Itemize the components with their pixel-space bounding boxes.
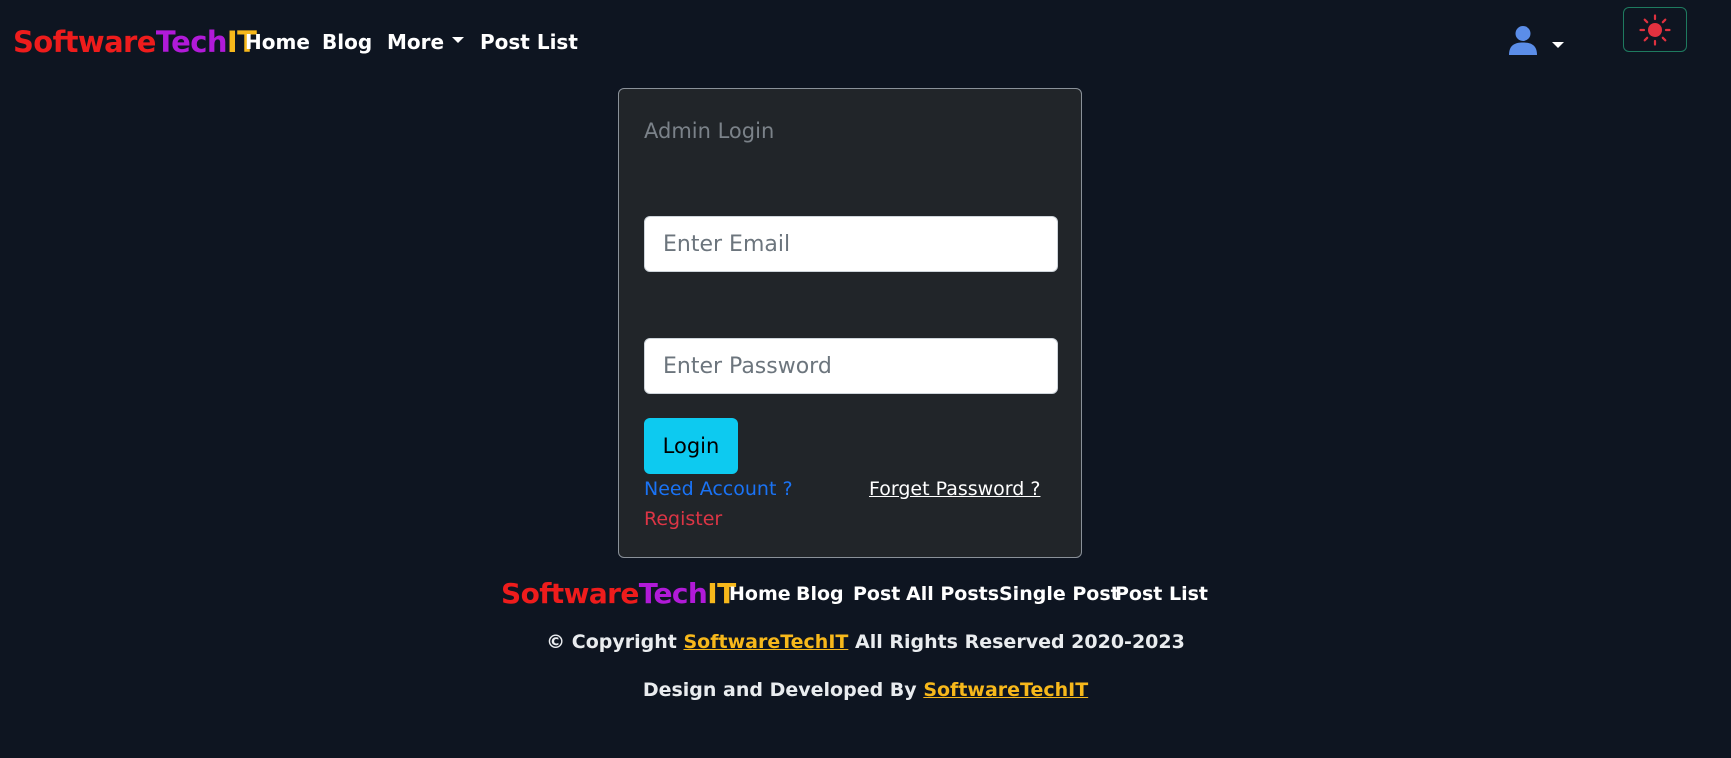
copyright-prefix: © Copyright	[546, 631, 677, 653]
footer-copyright: © Copyright SoftwareTechIT All Rights Re…	[0, 628, 1731, 656]
nav-more-dropdown[interactable]: More	[387, 28, 465, 56]
register-link[interactable]: Register	[644, 505, 722, 533]
user-icon	[1509, 26, 1537, 55]
brand-logo[interactable]: SoftwareTechIT	[13, 25, 257, 59]
nav-home[interactable]: Home	[245, 28, 310, 56]
copyright-suffix: All Rights Reserved 2020-2023	[854, 631, 1185, 653]
design-brand-link[interactable]: SoftwareTechIT	[923, 679, 1088, 701]
chevron-down-icon	[1552, 42, 1564, 48]
footer-brand-software: Software	[501, 577, 639, 610]
footer-link-home[interactable]: Home	[729, 580, 791, 608]
theme-toggle-button[interactable]	[1623, 7, 1687, 52]
login-card: Admin Login Login Need Account ? Registe…	[618, 88, 1082, 558]
footer-link-all-posts[interactable]: All Posts	[906, 580, 999, 608]
nav-more-label: More	[387, 30, 445, 54]
brand-software: Software	[13, 25, 156, 59]
top-navbar: SoftwareTechIT Home Blog More Post List	[0, 0, 1731, 84]
copyright-brand-link[interactable]: SoftwareTechIT	[684, 631, 849, 653]
footer-link-post[interactable]: Post	[853, 580, 900, 608]
nav-post-list[interactable]: Post List	[480, 28, 578, 56]
user-menu-dropdown[interactable]	[1508, 24, 1564, 58]
sun-icon	[1639, 13, 1671, 46]
footer-link-blog[interactable]: Blog	[796, 580, 844, 608]
brand-tech: Tech	[155, 25, 228, 59]
design-prefix: Design and Developed By	[642, 679, 917, 701]
footer-brand-tech: Tech	[638, 577, 708, 610]
login-button[interactable]: Login	[644, 418, 738, 474]
password-input[interactable]	[644, 338, 1058, 394]
footer-brand-logo[interactable]: SoftwareTechIT	[501, 577, 736, 611]
chevron-down-icon	[452, 36, 465, 43]
footer-design-credit: Design and Developed By SoftwareTechIT	[0, 676, 1731, 704]
need-account-link[interactable]: Need Account ?	[644, 475, 793, 503]
login-title: Admin Login	[644, 119, 775, 143]
footer-link-single-post[interactable]: Single Post	[999, 580, 1120, 608]
footer-link-post-list[interactable]: Post List	[1115, 580, 1208, 608]
forget-password-link[interactable]: Forget Password ?	[869, 475, 1040, 503]
nav-blog[interactable]: Blog	[322, 28, 372, 56]
email-input[interactable]	[644, 216, 1058, 272]
